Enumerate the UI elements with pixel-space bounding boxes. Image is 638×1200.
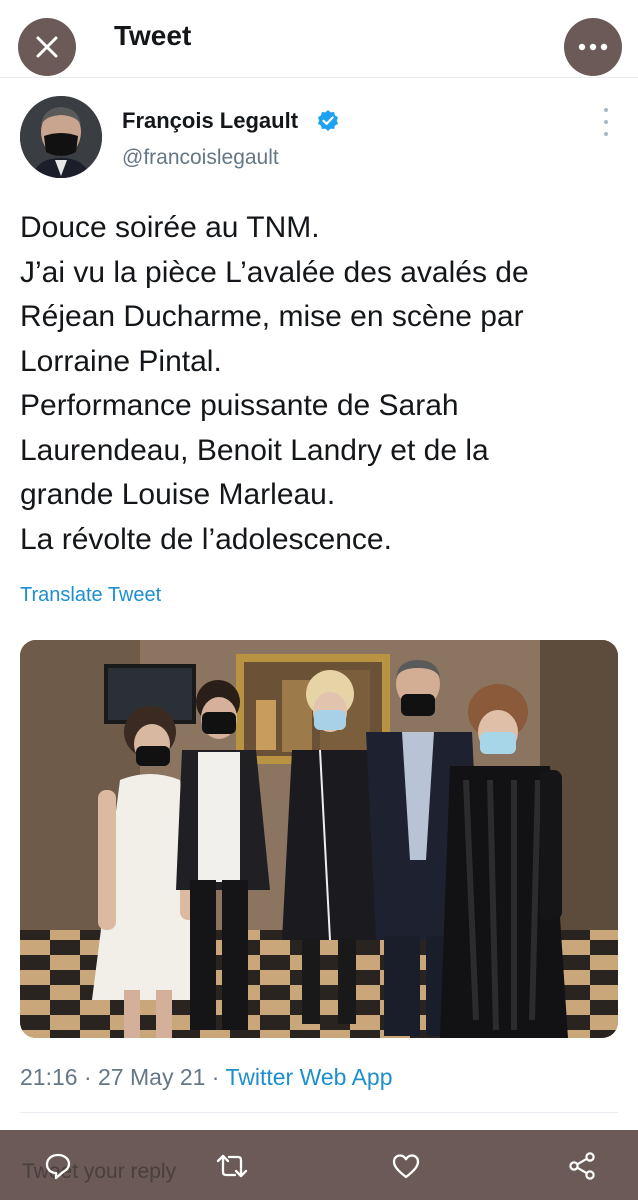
reply-button[interactable] bbox=[40, 1148, 76, 1184]
verified-badge-icon bbox=[318, 110, 338, 131]
tweet-line: Laurendeau, Benoit Landry et de la bbox=[20, 433, 489, 467]
meta-separator: · bbox=[77, 1064, 99, 1090]
tweet-source-link[interactable]: Twitter Web App bbox=[225, 1064, 392, 1090]
tweet-line: Douce soirée au TNM. bbox=[20, 211, 320, 244]
tweet-line: La révolte de l’adolescence. bbox=[20, 522, 392, 556]
tweet-line: grande Louise Marleau. bbox=[20, 478, 336, 511]
reply-icon bbox=[45, 1153, 71, 1180]
tweet-line: Lorraine Pintal. bbox=[20, 344, 222, 378]
avatar[interactable] bbox=[20, 96, 102, 178]
retweet-button[interactable] bbox=[214, 1148, 250, 1184]
retweet-icon bbox=[216, 1154, 248, 1178]
more-horizontal-icon bbox=[578, 43, 608, 51]
author-handle[interactable]: @francoislegault bbox=[122, 146, 279, 170]
tweet-options-icon[interactable] bbox=[596, 108, 616, 136]
divider bbox=[20, 1112, 618, 1113]
tweet-date: 27 May 21 bbox=[98, 1064, 206, 1090]
close-button[interactable] bbox=[18, 18, 76, 76]
more-options-button[interactable] bbox=[564, 18, 622, 76]
share-icon bbox=[569, 1152, 595, 1180]
tweet-photo[interactable] bbox=[20, 640, 618, 1038]
tweet-line: Performance puissante de Sarah bbox=[20, 389, 459, 422]
like-icon bbox=[392, 1154, 420, 1179]
author-name[interactable]: François Legault bbox=[122, 108, 298, 134]
tweet-line: J’ai vu la pièce L’avalée des avalés de bbox=[20, 255, 529, 289]
share-button[interactable] bbox=[564, 1148, 600, 1184]
top-header: Tweet bbox=[0, 0, 638, 78]
tweet-meta: 21:16 · 27 May 21 · Twitter Web App bbox=[20, 1064, 393, 1091]
meta-separator: · bbox=[205, 1064, 226, 1090]
tweet-detail-page: Tweet François Legault @francoislegault … bbox=[0, 0, 638, 1200]
page-title: Tweet bbox=[114, 20, 192, 51]
tweet-text: Douce soirée au TNM. J’ai vu la pièce L’… bbox=[20, 206, 620, 562]
translate-tweet-link[interactable]: Translate Tweet bbox=[20, 584, 161, 607]
like-button[interactable] bbox=[388, 1148, 424, 1184]
close-icon bbox=[36, 36, 58, 58]
tweet-time: 21:16 bbox=[20, 1064, 78, 1090]
tweet-line: Réjean Ducharme, mise en scène par bbox=[20, 300, 524, 333]
